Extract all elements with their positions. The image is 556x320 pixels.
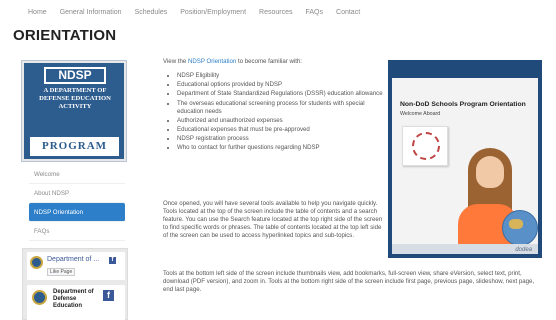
- sidebar-item-ndsp-orientation[interactable]: NDSP Orientation: [29, 203, 125, 222]
- sidebar-item-welcome[interactable]: Welcome: [29, 165, 125, 184]
- side-navigation: Welcome About NDSP NDSP Orientation FAQs: [29, 165, 125, 241]
- intro-text: View the NDSP Orientation to become fami…: [163, 58, 383, 66]
- nav-item-faqs[interactable]: FAQs: [306, 9, 337, 16]
- globe-icon: [502, 210, 538, 246]
- nav-item-schedules[interactable]: Schedules: [135, 9, 181, 16]
- facebook-page-name[interactable]: Department of ...: [47, 256, 99, 263]
- intro-prefix: View the: [163, 58, 188, 65]
- orientation-document-viewer[interactable]: Non-DoD Schools Program Orientation Welc…: [388, 60, 542, 258]
- document-subtitle: Welcome Aboard: [400, 111, 441, 117]
- list-item: The overseas educational screening proce…: [177, 100, 383, 116]
- document-footer-bar: dodea: [392, 244, 538, 254]
- facebook-post-author[interactable]: Department of Defense Education: [53, 289, 101, 310]
- list-item: Educational options provided by NDSP: [177, 81, 383, 89]
- ndsp-logo: NDSP A DEPARTMENT OF DEFENSE EDUCATION A…: [21, 60, 127, 162]
- list-item: Educational expenses that must be pre-ap…: [177, 126, 383, 134]
- student-face: [476, 156, 504, 188]
- list-item: Authorized and unauthorized expenses: [177, 117, 383, 125]
- facebook-post: Department of Defense Education f: [27, 285, 125, 320]
- intro-suffix: to become familiar with:: [236, 58, 302, 65]
- list-item: Department of State Standardized Regulat…: [177, 90, 383, 98]
- list-item: NDSP Eligibility: [177, 72, 383, 80]
- dod-seal-icon: [32, 290, 47, 305]
- logo-program: PROGRAM: [30, 137, 119, 156]
- logo-acronym: NDSP: [44, 67, 106, 84]
- bottom-tools-paragraph: Tools at the bottom left side of the scr…: [163, 270, 535, 293]
- dodea-logo: dodea: [515, 247, 532, 253]
- logo-tagline: A DEPARTMENT OF DEFENSE EDUCATION ACTIVI…: [39, 87, 111, 110]
- like-page-button[interactable]: Like Page: [47, 268, 76, 276]
- sidebar-item-faqs[interactable]: FAQs: [29, 222, 125, 241]
- stamp-ring: [412, 132, 440, 160]
- dod-seal-icon: [30, 256, 43, 269]
- orientation-intro: View the NDSP Orientation to become fami…: [163, 58, 383, 154]
- ndsp-orientation-link[interactable]: NDSP Orientation: [188, 58, 236, 65]
- nav-item-resources[interactable]: Resources: [259, 9, 305, 16]
- topics-list: NDSP Eligibility Educational options pro…: [177, 72, 383, 152]
- facebook-widget: Department of ... Like Page f Department…: [22, 248, 128, 320]
- facebook-icon: f: [109, 257, 116, 264]
- list-item: Who to contact for further questions reg…: [177, 144, 383, 152]
- top-navigation: Home General Information Schedules Posit…: [0, 0, 556, 24]
- nav-item-position-employment[interactable]: Position/Employment: [180, 9, 259, 16]
- facebook-icon[interactable]: f: [103, 290, 114, 301]
- nav-item-contact[interactable]: Contact: [336, 9, 373, 16]
- nav-item-home[interactable]: Home: [28, 9, 60, 16]
- document-title: Non-DoD Schools Program Orientation: [400, 101, 526, 108]
- sidebar-item-about-ndsp[interactable]: About NDSP: [29, 184, 125, 203]
- navigation-tools-paragraph: Once opened, you will have several tools…: [163, 200, 383, 239]
- list-item: NDSP registration process: [177, 135, 383, 143]
- passport-stamp-image: [402, 126, 448, 166]
- document-cover: Non-DoD Schools Program Orientation Welc…: [392, 78, 538, 254]
- facebook-page-header: Department of ... Like Page f: [27, 252, 125, 280]
- nav-item-general-information[interactable]: General Information: [60, 9, 135, 16]
- page-title: ORIENTATION: [13, 27, 117, 44]
